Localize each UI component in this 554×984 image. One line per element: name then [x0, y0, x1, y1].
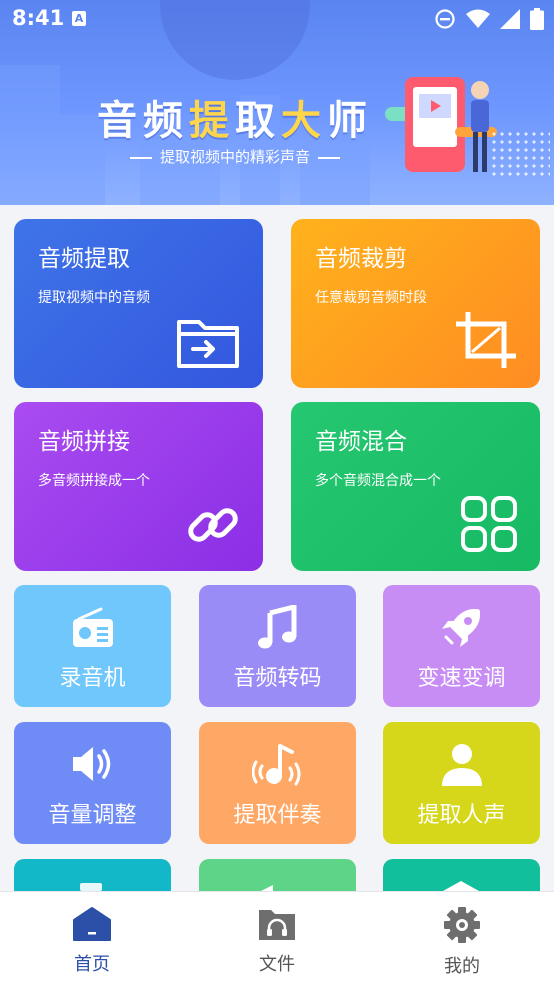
feature-desc: 多音频拼接成一个 [38, 473, 150, 489]
feature-extract-vocals[interactable]: 提取人声 [383, 722, 540, 844]
banner-subtitle: 提取视频中的精彩声音 [122, 146, 348, 167]
feature-extract-accompaniment[interactable]: 提取伴奏 [199, 722, 356, 844]
feature-label: 变速变调 [417, 666, 506, 691]
status-time: 8:41 [12, 6, 65, 30]
feature-title: 音频混合 [315, 429, 407, 455]
grid-icon [461, 496, 517, 552]
radio-icon [72, 607, 113, 647]
music-note-icon [257, 605, 296, 649]
feature-audio-mix[interactable]: 音频混合 多个音频混合成一个 [291, 402, 540, 571]
feature-volume[interactable]: 音量调整 [14, 722, 171, 844]
feature-label: 音量调整 [48, 803, 137, 828]
banner-title-part: 取 [235, 98, 281, 144]
feature-desc: 任意裁剪音频时段 [315, 290, 427, 306]
folder-import-icon [177, 320, 239, 368]
feature-label: 提取伴奏 [233, 803, 322, 828]
nav-files[interactable]: 文件 [217, 906, 337, 976]
status-bar: 8:41 A [0, 0, 554, 38]
feature-label: 音频转码 [233, 666, 322, 691]
rocket-icon [441, 609, 480, 647]
feature-label: 录音机 [59, 666, 126, 691]
wifi-icon [466, 9, 490, 28]
feature-title: 音频裁剪 [315, 246, 407, 272]
gear-icon [444, 907, 480, 943]
feature-audio-join[interactable]: 音频拼接 多音频拼接成一个 [14, 402, 263, 571]
banner-title-highlight: 大 [281, 98, 327, 144]
signal-icon [500, 9, 520, 29]
nav-mine[interactable]: 我的 [402, 906, 522, 978]
banner-title-part: 音频 [97, 98, 189, 144]
banner-title: 音频提取大师 [97, 88, 373, 146]
banner: 8:41 A 音频提取大师 提取视频中的精彩声音 [0, 0, 554, 205]
link-icon [188, 508, 238, 542]
nav-label: 我的 [444, 956, 480, 977]
person-icon [441, 744, 482, 786]
nav-label: 文件 [259, 954, 295, 975]
battery-icon [530, 8, 544, 30]
notification-a-icon: A [72, 11, 86, 26]
speaker-icon [72, 747, 110, 781]
do-not-disturb-icon [435, 9, 455, 29]
nav-label: 首页 [74, 954, 110, 975]
waveform-icon [80, 883, 102, 891]
nav-home[interactable]: 首页 [32, 906, 152, 976]
home-icon [73, 907, 111, 941]
banner-title-highlight: 提 [189, 98, 235, 144]
feature-recorder[interactable]: 录音机 [14, 585, 171, 707]
feature-speed-pitch[interactable]: 变速变调 [383, 585, 540, 707]
bottom-nav: 首页 文件 我的 [0, 891, 554, 984]
banner-illustration [385, 77, 497, 172]
feature-title: 音频提取 [38, 246, 130, 272]
layers-icon [443, 881, 479, 891]
banner-title-part: 师 [327, 98, 373, 144]
music-waves-icon [251, 744, 300, 786]
feature-title: 音频拼接 [38, 429, 130, 455]
feature-label: 提取人声 [417, 803, 506, 828]
feature-desc: 多个音频混合成一个 [315, 473, 441, 489]
banner-decor-dots [490, 130, 550, 180]
feature-desc: 提取视频中的音频 [38, 290, 150, 306]
folder-headphones-icon [259, 910, 295, 940]
crop-icon [456, 312, 516, 368]
feature-transcode[interactable]: 音频转码 [199, 585, 356, 707]
banner-building [0, 65, 60, 205]
feature-audio-extract[interactable]: 音频提取 提取视频中的音频 [14, 219, 263, 388]
feature-audio-crop[interactable]: 音频裁剪 任意裁剪音频时段 [291, 219, 540, 388]
